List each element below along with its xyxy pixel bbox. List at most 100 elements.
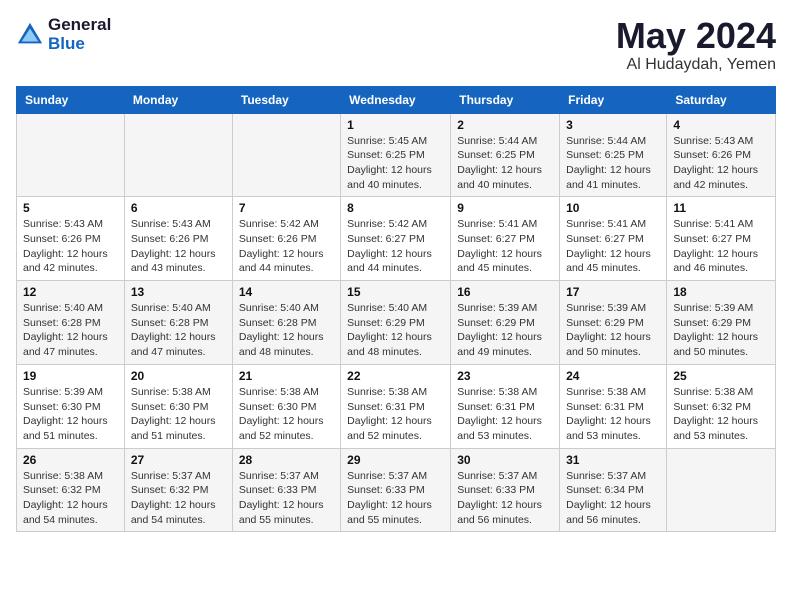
calendar-day-cell <box>667 448 776 532</box>
day-info: Sunrise: 5:43 AM Sunset: 6:26 PM Dayligh… <box>673 134 769 193</box>
calendar-day-cell: 26 Sunrise: 5:38 AM Sunset: 6:32 PM Dayli… <box>17 448 125 532</box>
day-number: 11 <box>673 201 769 215</box>
day-info: Sunrise: 5:37 AM Sunset: 6:33 PM Dayligh… <box>457 469 553 528</box>
day-number: 27 <box>131 453 226 467</box>
day-number: 4 <box>673 118 769 132</box>
logo-blue: Blue <box>48 35 111 54</box>
day-info: Sunrise: 5:41 AM Sunset: 6:27 PM Dayligh… <box>566 217 660 276</box>
weekday-header: Friday <box>560 86 667 113</box>
day-info: Sunrise: 5:38 AM Sunset: 6:31 PM Dayligh… <box>457 385 553 444</box>
day-info: Sunrise: 5:42 AM Sunset: 6:27 PM Dayligh… <box>347 217 444 276</box>
day-info: Sunrise: 5:39 AM Sunset: 6:29 PM Dayligh… <box>457 301 553 360</box>
calendar-day-cell: 3Sunrise: 5:44 AM Sunset: 6:25 PM Daylig… <box>560 113 667 197</box>
calendar-day-cell: 2Sunrise: 5:44 AM Sunset: 6:25 PM Daylig… <box>451 113 560 197</box>
day-info: Sunrise: 5:39 AM Sunset: 6:29 PM Dayligh… <box>566 301 660 360</box>
day-info: Sunrise: 5:44 AM Sunset: 6:25 PM Dayligh… <box>566 134 660 193</box>
day-number: 23 <box>457 369 553 383</box>
calendar-day-cell: 13 Sunrise: 5:40 AM Sunset: 6:28 PM Dayli… <box>124 281 232 365</box>
weekday-header-row: SundayMondayTuesdayWednesdayThursdayFrid… <box>17 86 776 113</box>
calendar-day-cell: 6 Sunrise: 5:43 AM Sunset: 6:26 PM Daylig… <box>124 197 232 281</box>
day-number: 5 <box>23 201 118 215</box>
calendar-day-cell: 27 Sunrise: 5:37 AM Sunset: 6:32 PM Dayli… <box>124 448 232 532</box>
calendar-day-cell: 1 Sunrise: 5:45 AM Sunset: 6:25 PM Daylig… <box>341 113 451 197</box>
day-info: Sunrise: 5:42 AM Sunset: 6:26 PM Dayligh… <box>239 217 334 276</box>
day-info: Sunrise: 5:39 AM Sunset: 6:30 PM Dayligh… <box>23 385 118 444</box>
calendar-day-cell: 10 Sunrise: 5:41 AM Sunset: 6:27 PM Dayli… <box>560 197 667 281</box>
day-number: 22 <box>347 369 444 383</box>
day-info: Sunrise: 5:37 AM Sunset: 6:34 PM Dayligh… <box>566 469 660 528</box>
day-number: 9 <box>457 201 553 215</box>
day-info: Sunrise: 5:38 AM Sunset: 6:32 PM Dayligh… <box>673 385 769 444</box>
day-info: Sunrise: 5:40 AM Sunset: 6:28 PM Dayligh… <box>23 301 118 360</box>
weekday-header: Sunday <box>17 86 125 113</box>
calendar-day-cell: 12 Sunrise: 5:40 AM Sunset: 6:28 PM Dayli… <box>17 281 125 365</box>
day-number: 1 <box>347 118 444 132</box>
day-number: 17 <box>566 285 660 299</box>
calendar-week-row: 5 Sunrise: 5:43 AM Sunset: 6:26 PM Daylig… <box>17 197 776 281</box>
day-info: Sunrise: 5:37 AM Sunset: 6:32 PM Dayligh… <box>131 469 226 528</box>
title-block: May 2024 Al Hudaydah, Yemen <box>616 16 776 74</box>
day-info: Sunrise: 5:43 AM Sunset: 6:26 PM Dayligh… <box>131 217 226 276</box>
weekday-header: Saturday <box>667 86 776 113</box>
month-title: May 2024 <box>616 16 776 56</box>
calendar-day-cell: 9 Sunrise: 5:41 AM Sunset: 6:27 PM Daylig… <box>451 197 560 281</box>
calendar-day-cell: 8 Sunrise: 5:42 AM Sunset: 6:27 PM Daylig… <box>341 197 451 281</box>
calendar-day-cell: 15Sunrise: 5:40 AM Sunset: 6:29 PM Dayli… <box>341 281 451 365</box>
day-number: 19 <box>23 369 118 383</box>
calendar-day-cell: 21 Sunrise: 5:38 AM Sunset: 6:30 PM Dayli… <box>232 364 340 448</box>
calendar-day-cell: 23 Sunrise: 5:38 AM Sunset: 6:31 PM Dayli… <box>451 364 560 448</box>
calendar-day-cell: 31 Sunrise: 5:37 AM Sunset: 6:34 PM Dayli… <box>560 448 667 532</box>
calendar-day-cell: 18 Sunrise: 5:39 AM Sunset: 6:29 PM Dayli… <box>667 281 776 365</box>
day-number: 28 <box>239 453 334 467</box>
calendar-day-cell <box>232 113 340 197</box>
day-number: 26 <box>23 453 118 467</box>
day-number: 24 <box>566 369 660 383</box>
day-info: Sunrise: 5:41 AM Sunset: 6:27 PM Dayligh… <box>457 217 553 276</box>
day-number: 16 <box>457 285 553 299</box>
calendar-day-cell <box>124 113 232 197</box>
calendar-day-cell: 29Sunrise: 5:37 AM Sunset: 6:33 PM Dayli… <box>341 448 451 532</box>
day-number: 8 <box>347 201 444 215</box>
calendar-day-cell: 7 Sunrise: 5:42 AM Sunset: 6:26 PM Daylig… <box>232 197 340 281</box>
calendar-week-row: 12 Sunrise: 5:40 AM Sunset: 6:28 PM Dayli… <box>17 281 776 365</box>
day-number: 10 <box>566 201 660 215</box>
day-info: Sunrise: 5:45 AM Sunset: 6:25 PM Dayligh… <box>347 134 444 193</box>
calendar-day-cell: 19 Sunrise: 5:39 AM Sunset: 6:30 PM Dayli… <box>17 364 125 448</box>
day-number: 30 <box>457 453 553 467</box>
day-info: Sunrise: 5:44 AM Sunset: 6:25 PM Dayligh… <box>457 134 553 193</box>
day-number: 18 <box>673 285 769 299</box>
day-number: 14 <box>239 285 334 299</box>
day-number: 31 <box>566 453 660 467</box>
logo-icon <box>16 21 44 49</box>
day-info: Sunrise: 5:38 AM Sunset: 6:32 PM Dayligh… <box>23 469 118 528</box>
day-number: 13 <box>131 285 226 299</box>
day-number: 12 <box>23 285 118 299</box>
day-number: 21 <box>239 369 334 383</box>
day-info: Sunrise: 5:39 AM Sunset: 6:29 PM Dayligh… <box>673 301 769 360</box>
calendar-day-cell: 25 Sunrise: 5:38 AM Sunset: 6:32 PM Dayli… <box>667 364 776 448</box>
logo-general: General <box>48 16 111 35</box>
calendar-week-row: 19 Sunrise: 5:39 AM Sunset: 6:30 PM Dayli… <box>17 364 776 448</box>
calendar-day-cell: 22 Sunrise: 5:38 AM Sunset: 6:31 PM Dayli… <box>341 364 451 448</box>
day-number: 25 <box>673 369 769 383</box>
logo-text: General Blue <box>48 16 111 53</box>
day-info: Sunrise: 5:40 AM Sunset: 6:28 PM Dayligh… <box>131 301 226 360</box>
day-number: 7 <box>239 201 334 215</box>
logo: General Blue <box>16 16 111 53</box>
day-number: 20 <box>131 369 226 383</box>
page-header: General Blue May 2024 Al Hudaydah, Yemen <box>16 16 776 74</box>
day-info: Sunrise: 5:37 AM Sunset: 6:33 PM Dayligh… <box>239 469 334 528</box>
day-info: Sunrise: 5:40 AM Sunset: 6:29 PM Dayligh… <box>347 301 444 360</box>
weekday-header: Thursday <box>451 86 560 113</box>
calendar-day-cell: 14Sunrise: 5:40 AM Sunset: 6:28 PM Dayli… <box>232 281 340 365</box>
calendar-day-cell: 30 Sunrise: 5:37 AM Sunset: 6:33 PM Dayli… <box>451 448 560 532</box>
day-info: Sunrise: 5:38 AM Sunset: 6:31 PM Dayligh… <box>347 385 444 444</box>
calendar-day-cell: 24 Sunrise: 5:38 AM Sunset: 6:31 PM Dayli… <box>560 364 667 448</box>
day-info: Sunrise: 5:41 AM Sunset: 6:27 PM Dayligh… <box>673 217 769 276</box>
day-number: 6 <box>131 201 226 215</box>
day-info: Sunrise: 5:38 AM Sunset: 6:31 PM Dayligh… <box>566 385 660 444</box>
calendar-day-cell: 17 Sunrise: 5:39 AM Sunset: 6:29 PM Dayli… <box>560 281 667 365</box>
calendar-day-cell: 20Sunrise: 5:38 AM Sunset: 6:30 PM Dayli… <box>124 364 232 448</box>
weekday-header: Wednesday <box>341 86 451 113</box>
day-info: Sunrise: 5:38 AM Sunset: 6:30 PM Dayligh… <box>239 385 334 444</box>
